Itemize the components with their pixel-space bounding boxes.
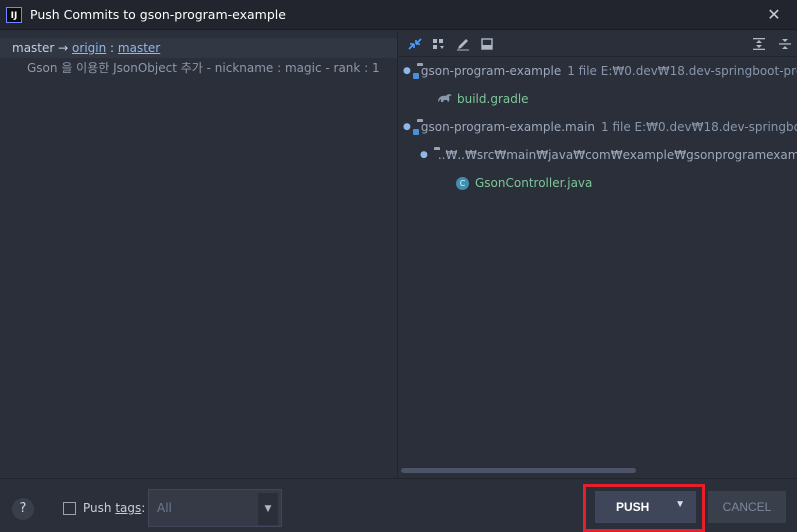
- tags-select-value: All: [157, 501, 172, 515]
- push-tags-label: Push tags:: [83, 501, 145, 515]
- java-class-icon: C: [456, 176, 469, 190]
- commit-row[interactable]: Gson 을 이용한 JsonObject 추가 - nickname : ma…: [0, 58, 397, 78]
- group-by-icon[interactable]: [431, 36, 447, 52]
- push-tags-checkbox[interactable]: [63, 502, 76, 515]
- tree-item-label: ..₩..₩src₩main₩java₩com₩example₩gsonprog…: [437, 148, 797, 162]
- push-button-label: PUSH: [616, 500, 650, 514]
- commit-message: Gson 을 이용한 JsonObject 추가 - nickname : ma…: [27, 61, 380, 75]
- target-branch-link[interactable]: master: [118, 41, 160, 55]
- tree-item-label: gson-program-example: [420, 64, 562, 78]
- push-button[interactable]: PUSH ▼: [595, 491, 696, 523]
- pin-icon: ●: [420, 150, 428, 160]
- title-bar: IJ Push Commits to gson-program-example …: [0, 0, 797, 30]
- collapse-all-icon[interactable]: [777, 36, 793, 52]
- pin-icon: ●: [403, 122, 411, 132]
- preview-icon[interactable]: [479, 36, 495, 52]
- changes-toolbar: [399, 31, 797, 57]
- window-title: Push Commits to gson-program-example: [30, 7, 286, 22]
- intellij-icon: IJ: [6, 6, 22, 23]
- tree-item-label: gson-program-example.main: [420, 120, 596, 134]
- push-tags-prefix: Push: [83, 501, 116, 515]
- arrow-icon: →: [58, 41, 69, 55]
- tags-select[interactable]: All ▼: [148, 489, 282, 527]
- remote-link[interactable]: origin: [72, 41, 106, 55]
- branch-row[interactable]: master → origin : master: [0, 38, 397, 58]
- horizontal-scrollbar[interactable]: [399, 468, 797, 474]
- tree-item-module[interactable]: ● gson-program-example.main 1 file E:₩0.…: [399, 113, 797, 141]
- help-button[interactable]: ?: [12, 498, 34, 520]
- tree-item-label: GsonController.java: [475, 176, 593, 190]
- tree-item-meta: 1 file E:₩0.dev₩18.dev-springboot-p: [601, 120, 797, 134]
- collapse-arrows-icon[interactable]: [407, 36, 423, 52]
- dialog-footer: ? Push tags: All ▼ PUSH ▼ CANCEL: [0, 478, 797, 532]
- close-icon[interactable]: ✕: [765, 6, 783, 24]
- edit-icon[interactable]: [455, 36, 471, 52]
- changes-pane: ● gson-program-example 1 file E:₩0.dev₩1…: [399, 31, 797, 478]
- push-tags-mnemonic: tags: [115, 501, 142, 515]
- expand-all-icon[interactable]: [751, 36, 767, 52]
- chevron-down-icon[interactable]: ▼: [258, 493, 278, 525]
- tree-item-directory[interactable]: ● ..₩..₩src₩main₩java₩com₩example₩gsonpr…: [399, 141, 797, 169]
- tree-item-label: build.gradle: [457, 92, 529, 106]
- tree-item-file[interactable]: build.gradle: [399, 85, 797, 113]
- cancel-button[interactable]: CANCEL: [708, 491, 786, 523]
- tree-item-meta: 1 file E:₩0.dev₩18.dev-springboot-proje: [567, 64, 797, 78]
- pin-icon: ●: [403, 66, 411, 76]
- commits-pane: master → origin : master Gson 을 이용한 Json…: [0, 31, 398, 478]
- dropdown-arrow-icon[interactable]: ▼: [675, 499, 685, 510]
- tree-item-file[interactable]: C GsonController.java: [399, 169, 797, 197]
- tree-item-module[interactable]: ● gson-program-example 1 file E:₩0.dev₩1…: [399, 57, 797, 85]
- remote-separator: :: [110, 41, 115, 55]
- source-branch: master: [12, 41, 55, 55]
- gradle-icon: [437, 92, 453, 107]
- scrollbar-thumb[interactable]: [401, 468, 636, 473]
- push-tags-suffix: :: [141, 501, 146, 515]
